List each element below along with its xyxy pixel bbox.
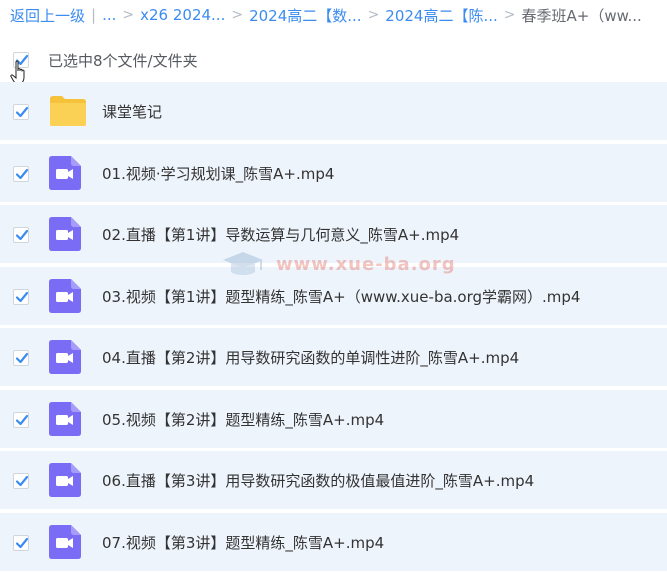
file-name[interactable]: 05.视频【第2讲】题型精练_陈雪A+.mp4 [102,390,384,450]
file-name[interactable]: 07.视频【第3讲】题型精练_陈雪A+.mp4 [102,513,384,573]
file-name[interactable]: 课堂笔记 [102,82,162,142]
video-file-icon [49,340,83,374]
check-icon [15,229,29,241]
breadcrumb-item[interactable]: 2024高二【陈... [385,5,497,26]
file-name[interactable]: 01.视频·学习规划课_陈雪A+.mp4 [102,144,334,204]
file-name[interactable]: 06.直播【第3讲】用导数研究函数的极值最值进阶_陈雪A+.mp4 [102,451,534,511]
file-row[interactable]: 课堂笔记 [0,82,667,142]
selection-count-label: 已选中8个文件/文件夹 [48,51,198,70]
video-file-icon [49,524,83,559]
breadcrumb: 返回上一级 | ... > x26 2024... > 2024高二【数... … [0,0,667,30]
check-icon [15,168,29,179]
file-row[interactable]: 06.直播【第3讲】用导数研究函数的极值最值进阶_陈雪A+.mp4 [0,451,667,511]
video-file-icon [49,217,83,251]
breadcrumb-item[interactable]: 2024高二【数... [249,5,361,26]
file-row[interactable]: 07.视频【第3讲】题型精练_陈雪A+.mp4 [0,512,667,573]
file-row[interactable]: 05.视频【第2讲】题型精练_陈雪A+.mp4 [0,389,667,450]
file-name[interactable]: 03.视频【第1讲】题型精练_陈雪A+（www.xue-ba.org学霸网）.m… [102,267,580,327]
chevron-right-icon: > [231,7,244,23]
chevron-right-icon: > [367,7,380,23]
file-row[interactable]: 04.直播【第2讲】用导数研究函数的单调性进阶_陈雪A+.mp4 [0,328,667,388]
breadcrumb-separator: | [91,6,97,24]
video-file-icon [49,401,83,436]
video-file-icon [49,278,83,313]
video-file-icon [49,155,83,190]
breadcrumb-ellipsis[interactable]: ... [102,6,116,24]
chevron-right-icon: > [122,7,135,23]
selection-bar: 已选中8个文件/文件夹 [0,40,667,80]
row-checkbox[interactable] [13,411,29,428]
row-checkbox[interactable] [13,288,29,305]
file-row[interactable]: 03.视频【第1讲】题型精练_陈雪A+（www.xue-ba.org学霸网）.m… [0,266,667,327]
chevron-right-icon: > [503,7,516,23]
check-icon [15,537,29,548]
row-checkbox[interactable] [13,473,29,489]
file-row[interactable]: 02.直播【第1讲】导数运算与几何意义_陈雪A+.mp4 [0,205,667,265]
folder-icon [49,94,86,128]
breadcrumb-item[interactable]: x26 2024... [140,6,225,24]
back-link[interactable]: 返回上一级 [10,5,85,26]
check-icon [15,352,29,364]
check-icon [15,475,29,487]
check-icon [15,106,29,118]
breadcrumb-current: 春季班A+（ww... [521,6,642,25]
check-icon [15,291,29,302]
check-icon [15,414,29,425]
row-checkbox[interactable] [13,104,29,120]
row-checkbox[interactable] [13,350,29,366]
file-name[interactable]: 04.直播【第2讲】用导数研究函数的单调性进阶_陈雪A+.mp4 [102,328,519,388]
row-checkbox[interactable] [13,227,29,243]
file-name[interactable]: 02.直播【第1讲】导数运算与几何意义_陈雪A+.mp4 [102,205,459,265]
file-row[interactable]: 01.视频·学习规划课_陈雪A+.mp4 [0,143,667,204]
video-file-icon [49,463,83,497]
row-checkbox[interactable] [13,165,29,182]
row-checkbox[interactable] [13,534,29,551]
